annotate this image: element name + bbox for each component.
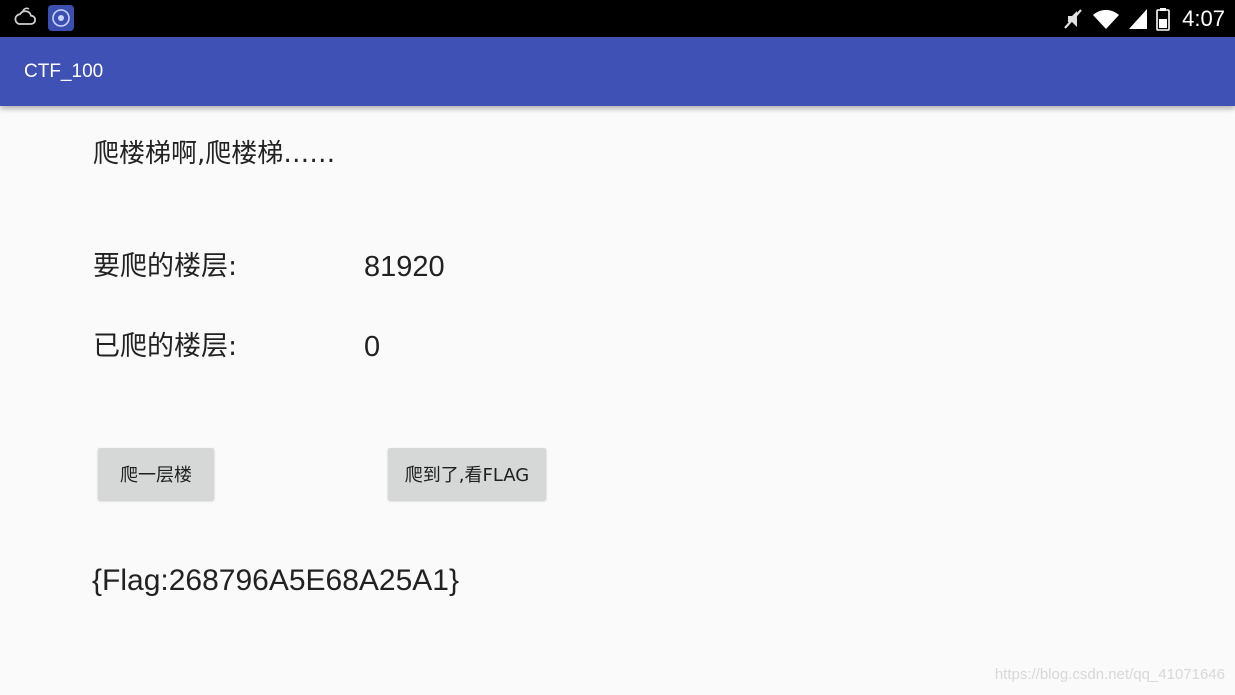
target-floors-value: 81920 [364, 251, 445, 283]
status-icons: 4:07 [1062, 0, 1225, 37]
mute-icon [1064, 8, 1082, 29]
app-title: CTF_100 [24, 61, 104, 82]
view-flag-button[interactable]: 爬到了,看FLAG [388, 448, 546, 500]
climb-one-floor-button[interactable]: 爬一层楼 [98, 448, 214, 500]
status-bar: 4:07 [0, 0, 1235, 37]
climbed-floors-label: 已爬的楼层: [93, 331, 238, 362]
page-heading: 爬楼梯啊,爬楼梯…… [93, 139, 336, 169]
flag-text: {Flag:268796A5E68A25A1} [92, 564, 459, 597]
watermark: https://blog.csdn.net/qq_41071646 [994, 666, 1225, 683]
clock: 4:07 [1182, 5, 1225, 31]
battery-icon [1156, 7, 1170, 31]
wifi-icon [1093, 9, 1120, 29]
target-floors-label: 要爬的楼层: [93, 251, 238, 282]
signal-icon [1129, 8, 1148, 29]
app-bar: CTF_100 [0, 37, 1235, 106]
climbed-floors-value: 0 [364, 331, 381, 363]
weather-icon [14, 7, 37, 25]
app-notification-icon [48, 5, 74, 31]
